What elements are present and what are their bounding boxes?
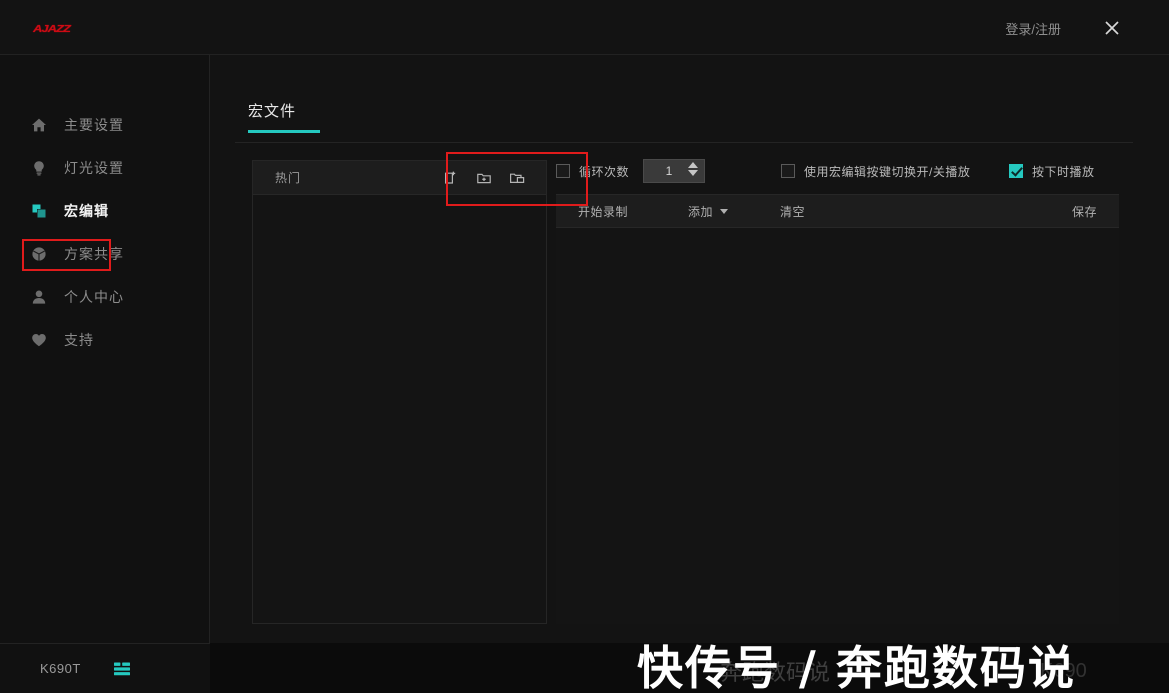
- add-button[interactable]: 添加: [688, 203, 729, 220]
- new-folder-icon[interactable]: [475, 169, 493, 187]
- bulb-icon: [30, 159, 48, 177]
- new-file-icon[interactable]: [442, 169, 460, 187]
- tab-macro-file[interactable]: 宏文件: [248, 100, 320, 133]
- option-play-on-press[interactable]: 按下时播放: [1009, 163, 1095, 180]
- add-button-label: 添加: [688, 204, 714, 219]
- sidebar-item-main-settings[interactable]: 主要设置: [0, 103, 210, 146]
- start-recording-button[interactable]: 开始录制: [578, 203, 628, 220]
- macro-editor-panel: 循环次数 1 使用宏编辑按键切换开/关播放 按下时播放 开始录制 添加 清空 保…: [556, 148, 1119, 624]
- tab-active-underline: [248, 130, 320, 133]
- status-bar: K690T: [0, 643, 210, 693]
- stepper-up-icon[interactable]: [688, 162, 699, 168]
- heart-icon: [30, 331, 48, 349]
- macro-list-header: 热门: [253, 161, 546, 195]
- sidebar-item-label: 宏编辑: [64, 202, 109, 219]
- loop-count-checkbox[interactable]: [556, 164, 570, 178]
- stepper-down-icon[interactable]: [688, 170, 699, 176]
- bottom-strip: [210, 643, 1169, 693]
- macro-list-panel: 热门: [252, 160, 547, 624]
- sidebar-item-label: 支持: [64, 331, 94, 348]
- sidebar-item-light-settings[interactable]: 灯光设置: [0, 146, 210, 189]
- loop-count-stepper[interactable]: 1: [643, 159, 706, 183]
- login-register-link[interactable]: 登录/注册: [1005, 19, 1061, 38]
- play-on-press-checkbox[interactable]: [1009, 164, 1023, 178]
- macro-list-title: 热门: [275, 171, 302, 185]
- option-toggle-playback-key[interactable]: 使用宏编辑按键切换开/关播放: [781, 163, 970, 180]
- stepper-arrows: [688, 162, 699, 176]
- home-icon: [30, 116, 48, 134]
- device-name: K690T: [40, 661, 81, 676]
- sidebar-item-label: 方案共享: [64, 245, 124, 262]
- close-icon[interactable]: [1099, 15, 1125, 41]
- save-button[interactable]: 保存: [1072, 203, 1097, 220]
- chevron-down-icon: [720, 208, 729, 214]
- keyboard-layers-icon[interactable]: [113, 661, 131, 677]
- option-loop-count[interactable]: 循环次数: [556, 163, 629, 180]
- app-logo: AJAZZ: [33, 22, 71, 35]
- sidebar-item-support[interactable]: 支持: [0, 318, 210, 361]
- sidebar-item-personal-center[interactable]: 个人中心: [0, 275, 210, 318]
- app-window: AJAZZ 登录/注册 主要设置 灯光设置 宏编辑 方案共享 个人中心 支持 K…: [0, 0, 1169, 693]
- macro-steps-list[interactable]: [556, 228, 1119, 624]
- option-label: 循环次数: [579, 164, 630, 179]
- sidebar-item-label: 灯光设置: [64, 159, 124, 176]
- macro-list-actions: [442, 169, 526, 187]
- macro-icon: [30, 202, 48, 220]
- editor-toolbar: 开始录制 添加 清空 保存: [556, 194, 1119, 228]
- title-bar: AJAZZ 登录/注册: [0, 0, 1169, 55]
- sidebar: 主要设置 灯光设置 宏编辑 方案共享 个人中心 支持: [0, 55, 210, 643]
- tab-bar: 宏文件: [235, 100, 1133, 143]
- duplicate-icon[interactable]: [508, 169, 526, 187]
- editor-options-row: 循环次数 1 使用宏编辑按键切换开/关播放 按下时播放: [556, 148, 1119, 194]
- option-label: 使用宏编辑按键切换开/关播放: [804, 164, 971, 179]
- sidebar-nav: 主要设置 灯光设置 宏编辑 方案共享 个人中心 支持: [0, 103, 210, 361]
- main-content: 宏文件 热门 循环次数 1 使用宏编辑按键切换开/关播放 按下时播放 开始录制 …: [210, 55, 1169, 693]
- toggle-playback-checkbox[interactable]: [781, 164, 795, 178]
- sidebar-item-macro-edit[interactable]: 宏编辑: [0, 189, 210, 232]
- share-icon: [30, 245, 48, 263]
- macro-list-body[interactable]: [253, 195, 546, 623]
- tab-label: 宏文件: [248, 103, 297, 120]
- sidebar-item-label: 个人中心: [64, 288, 124, 305]
- option-label: 按下时播放: [1032, 164, 1095, 179]
- clear-button[interactable]: 清空: [780, 203, 805, 220]
- sidebar-item-profile-share[interactable]: 方案共享: [0, 232, 210, 275]
- user-icon: [30, 288, 48, 306]
- sidebar-item-label: 主要设置: [64, 116, 124, 133]
